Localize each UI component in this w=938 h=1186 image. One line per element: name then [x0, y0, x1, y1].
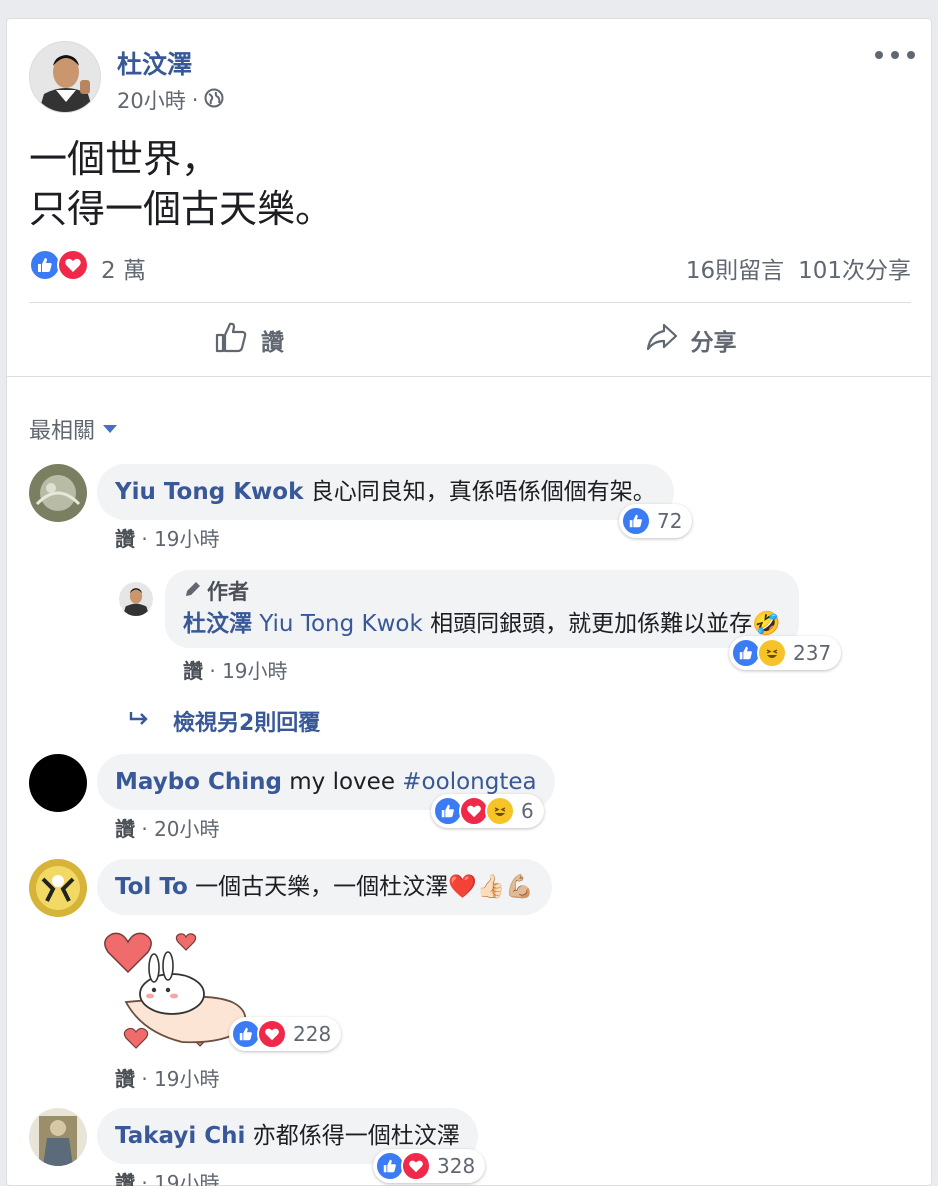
reaction-summary[interactable]: 2 萬 16則留言 101次分享	[29, 249, 911, 285]
comment-time[interactable]: · 19小時	[209, 659, 287, 683]
commenter-name[interactable]: 杜汶澤	[183, 611, 252, 637]
post-time[interactable]: 20小時	[117, 85, 186, 115]
comment-meta: 讚 · 19小時	[183, 655, 288, 684]
reply-author-avatar[interactable]	[119, 582, 153, 616]
like-reaction-icon	[621, 506, 651, 536]
comment-meta: 讚 · 19小時	[115, 1167, 220, 1186]
reply-arrow-icon	[129, 709, 151, 734]
comment-reactions[interactable]: 228	[229, 1017, 342, 1051]
comment-text: my lovee	[289, 769, 395, 795]
post-text: 一個世界， 只得一個古天樂。	[29, 137, 334, 231]
view-more-replies-link[interactable]: 檢視另2則回覆	[129, 705, 320, 737]
commenter-avatar[interactable]	[29, 859, 87, 917]
commenter-avatar[interactable]	[29, 754, 87, 812]
engagement-stats: 16則留言 101次分享	[686, 251, 911, 285]
share-button-label: 分享	[690, 330, 737, 356]
caret-down-icon	[103, 425, 118, 433]
comments-count[interactable]: 16則留言	[686, 251, 784, 285]
comment-time[interactable]: · 19小時	[141, 527, 219, 551]
comment-like-link[interactable]: 讚	[115, 817, 135, 841]
comment-like-link[interactable]: 讚	[115, 527, 135, 551]
comment-meta: 讚 · 19小時	[115, 1063, 220, 1092]
post-meta: 20小時 ·	[117, 85, 224, 115]
actions-divider	[29, 302, 911, 303]
comment-text: 一個古天樂，一個杜汶澤❤️👍🏻💪🏼	[195, 874, 534, 900]
love-reaction-icon	[57, 249, 89, 281]
haha-reaction-icon	[757, 638, 787, 668]
comment-time[interactable]: · 19小時	[141, 1067, 219, 1091]
like-button[interactable]: 讚	[29, 315, 470, 365]
hashtag-link[interactable]: #oolongtea	[402, 769, 536, 795]
haha-reaction-icon	[485, 796, 515, 826]
reaction-count: 6	[521, 799, 534, 823]
commenter-name[interactable]: Yiu Tong Kwok	[115, 479, 303, 505]
comment-like-link[interactable]: 讚	[115, 1171, 135, 1186]
comment-time[interactable]: · 20小時	[141, 817, 219, 841]
commenter-name[interactable]: Takayi Chi	[115, 1123, 245, 1149]
author-tag: 作者	[183, 576, 781, 608]
post-author-avatar[interactable]	[29, 41, 101, 113]
comment-bubble: Tol To 一個古天樂，一個杜汶澤❤️👍🏻💪🏼	[97, 859, 552, 915]
comment-reactions[interactable]: 6	[431, 794, 544, 828]
commenter-name[interactable]: Maybo Ching	[115, 769, 282, 795]
comment-reactions[interactable]: 328	[373, 1149, 486, 1183]
comment-reactions[interactable]: 72	[619, 504, 693, 538]
post-card: 杜汶澤 20小時 · 一個世界， 只得一個古天樂。 2 萬 16則留言 101次…	[6, 18, 932, 1186]
commenter-name[interactable]: Tol To	[115, 874, 188, 900]
reply-bubble: 作者 杜汶澤 Yiu Tong Kwok 相頭同銀頭，就更加係難以並存🤣	[165, 570, 799, 648]
thumbs-up-icon	[215, 321, 249, 359]
view-replies-label: 檢視另2則回覆	[173, 711, 321, 736]
comment-text: 相頭同銀頭，就更加係難以並存🤣	[430, 611, 781, 637]
author-tag-label: 作者	[207, 580, 249, 604]
comment-text: 亦都係得一個杜汶澤	[252, 1123, 460, 1149]
meta-separator: ·	[191, 88, 199, 112]
comment-meta: 讚 · 19小時	[115, 523, 220, 552]
more-options-icon[interactable]	[875, 45, 915, 65]
post-actions: 讚 分享	[29, 315, 911, 365]
commenter-avatar[interactable]	[29, 464, 87, 522]
post-author-name[interactable]: 杜汶澤	[117, 45, 192, 81]
reaction-icons	[29, 249, 89, 281]
reaction-count[interactable]: 2 萬	[101, 251, 146, 285]
comment-reactions[interactable]: 237	[729, 636, 842, 670]
love-reaction-icon	[401, 1151, 431, 1181]
love-reaction-icon	[257, 1019, 287, 1049]
comment-sort-dropdown[interactable]: 最相關	[29, 413, 118, 445]
comment-text: 良心同良知，真係唔係個個有架。	[310, 479, 656, 505]
share-arrow-icon	[645, 322, 679, 358]
reaction-count: 228	[293, 1022, 332, 1046]
comment-bubble: Yiu Tong Kwok 良心同良知，真係唔係個個有架。	[97, 464, 674, 520]
mention-link[interactable]: Yiu Tong Kwok	[259, 611, 423, 637]
globe-icon	[204, 88, 224, 113]
comment-meta: 讚 · 20小時	[115, 813, 220, 842]
reaction-count: 72	[657, 509, 683, 533]
comment-like-link[interactable]: 讚	[183, 659, 203, 683]
share-button[interactable]: 分享	[470, 315, 911, 365]
like-button-label: 讚	[261, 330, 284, 356]
sort-label: 最相關	[29, 419, 96, 444]
shares-count[interactable]: 101次分享	[798, 251, 911, 285]
reaction-count: 237	[793, 641, 832, 665]
pencil-icon	[183, 576, 203, 608]
comments-section: 最相關 Yiu Tong Kwok 良心同良知，真係唔係個個有架。 72 讚 ·…	[7, 376, 931, 1186]
commenter-avatar[interactable]	[29, 1108, 87, 1166]
reaction-count: 328	[437, 1154, 476, 1178]
comment-time[interactable]: · 19小時	[141, 1171, 219, 1186]
comment-like-link[interactable]: 讚	[115, 1067, 135, 1091]
